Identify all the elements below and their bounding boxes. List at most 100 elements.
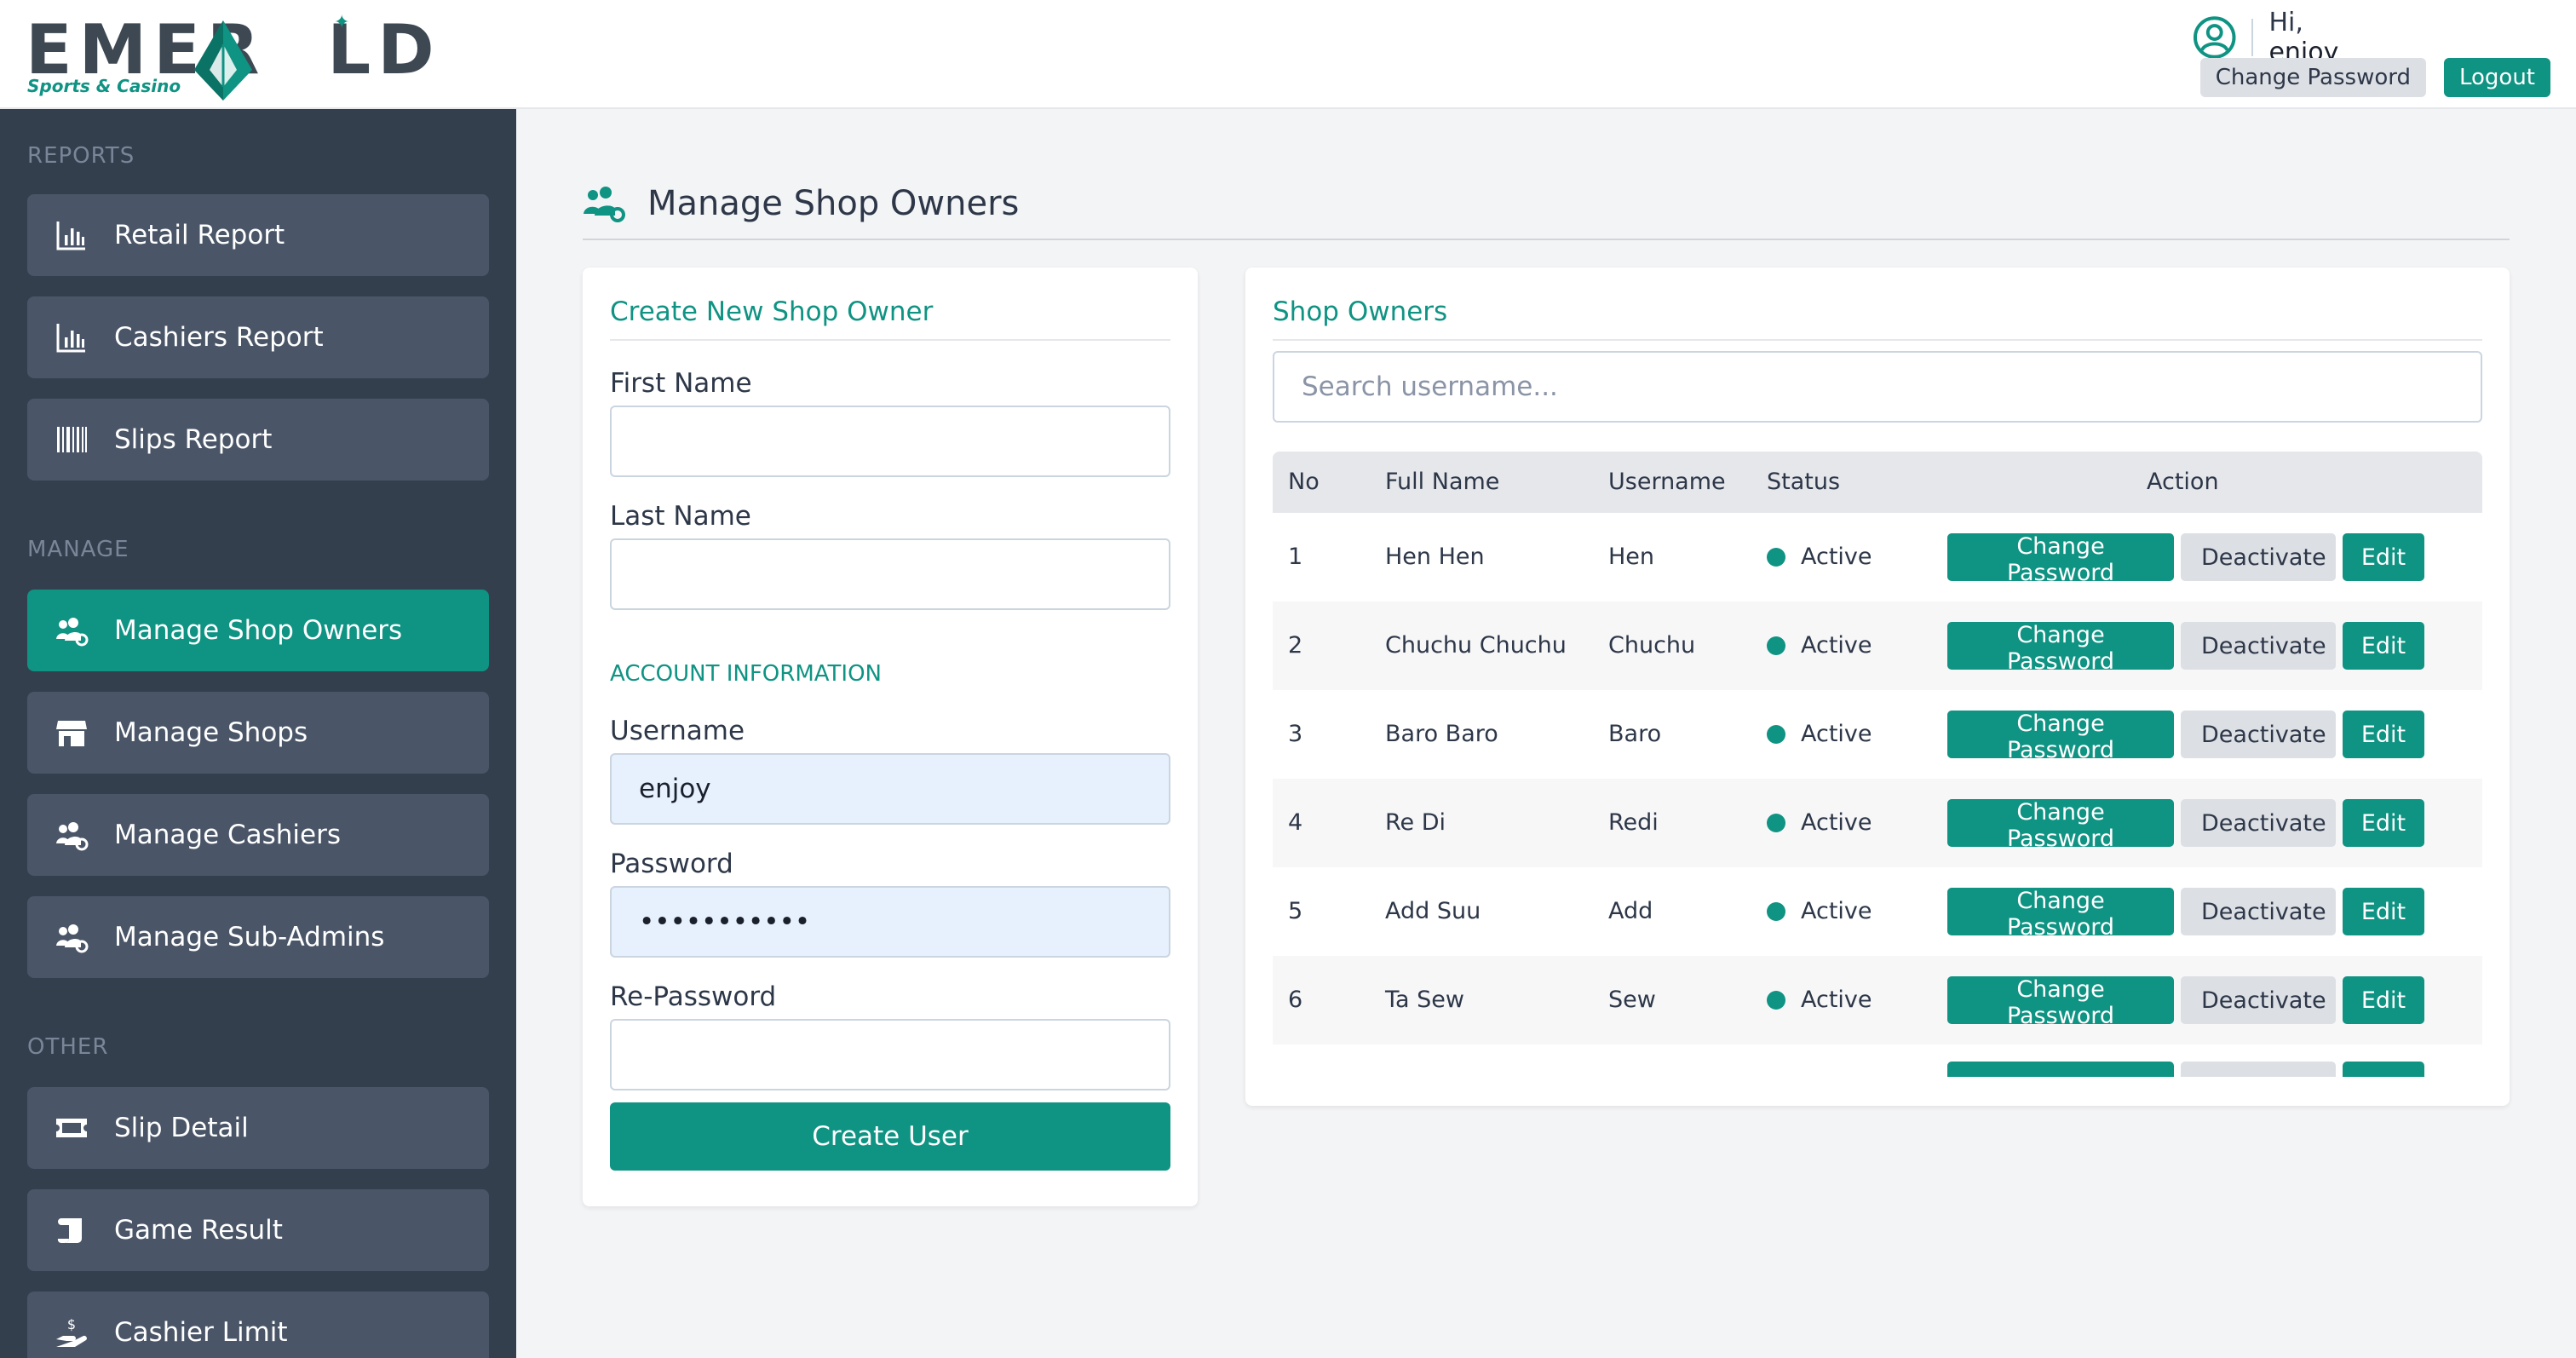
sidebar-item-retail-report[interactable]: Retail Report bbox=[27, 194, 489, 276]
status-dot-icon bbox=[1767, 991, 1785, 1010]
sidebar-item-manage-shops[interactable]: Manage Shops bbox=[27, 692, 489, 774]
first-name-input[interactable] bbox=[610, 406, 1170, 477]
edit-button[interactable]: Edit bbox=[2343, 976, 2424, 1024]
status-badge: Active bbox=[1767, 632, 1872, 659]
sidebar-item-label: Manage Shop Owners bbox=[114, 615, 403, 646]
change-password-button[interactable]: Change Password bbox=[1947, 799, 2174, 852]
column-header-no: No bbox=[1288, 469, 1320, 495]
column-header-status: Status bbox=[1767, 469, 1841, 495]
cell-full-name: Hen Hen bbox=[1385, 544, 1485, 570]
edit-button[interactable]: Edit bbox=[2343, 888, 2424, 935]
sidebar-item-game-result[interactable]: Game Result bbox=[27, 1189, 489, 1271]
brand-logo[interactable]: EMER LD ✦ Sports & Casino bbox=[26, 14, 434, 101]
store-icon bbox=[56, 721, 87, 746]
greeting-divider bbox=[2251, 19, 2254, 56]
cell-username: Hen bbox=[1608, 544, 1655, 570]
deactivate-button[interactable]: Deactivate bbox=[2181, 799, 2336, 847]
cell-full-name: Add Suu bbox=[1385, 898, 1481, 924]
account-information-title: ACCOUNT INFORMATION bbox=[610, 661, 882, 687]
cell-no: 6 bbox=[1288, 987, 1303, 1013]
svg-text:$: $ bbox=[67, 1316, 76, 1332]
sidebar-item-cashier-limit[interactable]: $ Cashier Limit bbox=[27, 1292, 489, 1358]
repassword-label: Re-Password bbox=[610, 981, 777, 1012]
cell-username: Add bbox=[1608, 898, 1653, 924]
change-password-button[interactable]: Change Password bbox=[1947, 888, 2174, 941]
sidebar-item-slips-report[interactable]: Slips Report bbox=[27, 399, 489, 480]
last-name-input[interactable] bbox=[610, 538, 1170, 610]
status-badge: Active bbox=[1767, 898, 1872, 924]
edit-button[interactable]: Edit bbox=[2343, 533, 2424, 581]
table-row: 6 Ta Sew Sew Active Change Password Deac… bbox=[1273, 956, 2482, 1044]
sidebar-item-label: Manage Cashiers bbox=[114, 820, 342, 850]
user-area: Hi, enjoy Change Password Logout bbox=[2193, 7, 2550, 101]
header-change-password-button[interactable]: Change Password bbox=[2199, 58, 2426, 97]
password-input[interactable] bbox=[610, 886, 1170, 958]
deactivate-button[interactable]: Deactivate bbox=[2181, 888, 2336, 935]
status-text: Active bbox=[1801, 632, 1872, 659]
section-title-reports: REPORTS bbox=[27, 143, 135, 169]
users-cog-icon bbox=[584, 187, 625, 222]
sidebar-item-label: Slip Detail bbox=[114, 1113, 249, 1143]
user-greeting: Hi, enjoy bbox=[2193, 8, 2380, 67]
change-password-button[interactable] bbox=[1947, 1062, 2174, 1077]
shop-owners-card: Shop Owners No Full Name Username Status… bbox=[1245, 268, 2510, 1106]
cell-full-name: Re Di bbox=[1385, 809, 1446, 836]
cell-full-name: Chuchu Chuchu bbox=[1385, 632, 1567, 659]
shop-owners-table[interactable]: No Full Name Username Status Action 1 He… bbox=[1273, 452, 2482, 1077]
status-dot-icon bbox=[1767, 636, 1785, 655]
change-password-button[interactable]: Change Password bbox=[1947, 711, 2174, 763]
cell-full-name: Baro Baro bbox=[1385, 721, 1498, 747]
users-cog-icon bbox=[56, 924, 89, 953]
sidebar-item-label: Cashiers Report bbox=[114, 322, 324, 353]
sidebar-item-label: Game Result bbox=[114, 1215, 283, 1246]
hand-dollar-icon: $ bbox=[56, 1316, 87, 1347]
cell-no: 4 bbox=[1288, 809, 1303, 836]
table-row: 1 Hen Hen Hen Active Change Password Dea… bbox=[1273, 513, 2482, 601]
edit-button[interactable] bbox=[2343, 1062, 2424, 1077]
table-row: 4 Re Di Redi Active Change Password Deac… bbox=[1273, 779, 2482, 867]
column-header-action: Action bbox=[2147, 469, 2219, 495]
barcode-icon bbox=[57, 427, 87, 452]
sidebar-item-manage-shop-owners[interactable]: Manage Shop Owners bbox=[27, 590, 489, 671]
table-header: No Full Name Username Status Action bbox=[1273, 452, 2482, 513]
edit-button[interactable]: Edit bbox=[2343, 799, 2424, 847]
cell-username: Chuchu bbox=[1608, 632, 1696, 659]
emerald-gem-icon bbox=[194, 20, 252, 101]
status-badge: Active bbox=[1767, 544, 1872, 570]
page-title: Manage Shop Owners bbox=[647, 184, 1020, 223]
status-badge: Active bbox=[1767, 721, 1872, 747]
sidebar-item-cashiers-report[interactable]: Cashiers Report bbox=[27, 296, 489, 378]
cell-no: 2 bbox=[1288, 632, 1303, 659]
password-label: Password bbox=[610, 849, 733, 879]
create-shop-owner-card: Create New Shop Owner First Name Last Na… bbox=[583, 268, 1198, 1206]
change-password-button[interactable]: Change Password bbox=[1947, 533, 2174, 586]
deactivate-button[interactable]: Deactivate bbox=[2181, 711, 2336, 758]
sidebar-item-manage-cashiers[interactable]: Manage Cashiers bbox=[27, 794, 489, 876]
cell-no: 5 bbox=[1288, 898, 1303, 924]
status-dot-icon bbox=[1767, 548, 1785, 567]
search-username-input[interactable] bbox=[1273, 351, 2482, 423]
status-badge: Active bbox=[1767, 987, 1872, 1013]
logout-button[interactable]: Logout bbox=[2443, 58, 2550, 97]
deactivate-button[interactable] bbox=[2181, 1062, 2336, 1077]
column-header-username: Username bbox=[1608, 469, 1726, 495]
table-row-partial bbox=[1273, 1044, 2482, 1077]
deactivate-button[interactable]: Deactivate bbox=[2181, 622, 2336, 670]
sidebar-item-slip-detail[interactable]: Slip Detail bbox=[27, 1087, 489, 1169]
edit-button[interactable]: Edit bbox=[2343, 711, 2424, 758]
deactivate-button[interactable]: Deactivate bbox=[2181, 976, 2336, 1024]
status-dot-icon bbox=[1767, 814, 1785, 832]
sparkle-icon: ✦ bbox=[334, 12, 350, 33]
bar-chart-icon bbox=[56, 222, 85, 250]
edit-button[interactable]: Edit bbox=[2343, 622, 2424, 670]
cell-username: Sew bbox=[1608, 987, 1656, 1013]
user-circle-icon[interactable] bbox=[2193, 15, 2236, 60]
create-user-button[interactable]: Create User bbox=[610, 1102, 1170, 1171]
sidebar-item-manage-sub-admins[interactable]: Manage Sub-Admins bbox=[27, 896, 489, 978]
username-input[interactable] bbox=[610, 753, 1170, 825]
deactivate-button[interactable]: Deactivate bbox=[2181, 533, 2336, 581]
change-password-button[interactable]: Change Password bbox=[1947, 976, 2174, 1029]
repassword-input[interactable] bbox=[610, 1019, 1170, 1090]
sidebar-item-label: Slips Report bbox=[114, 424, 273, 455]
change-password-button[interactable]: Change Password bbox=[1947, 622, 2174, 675]
